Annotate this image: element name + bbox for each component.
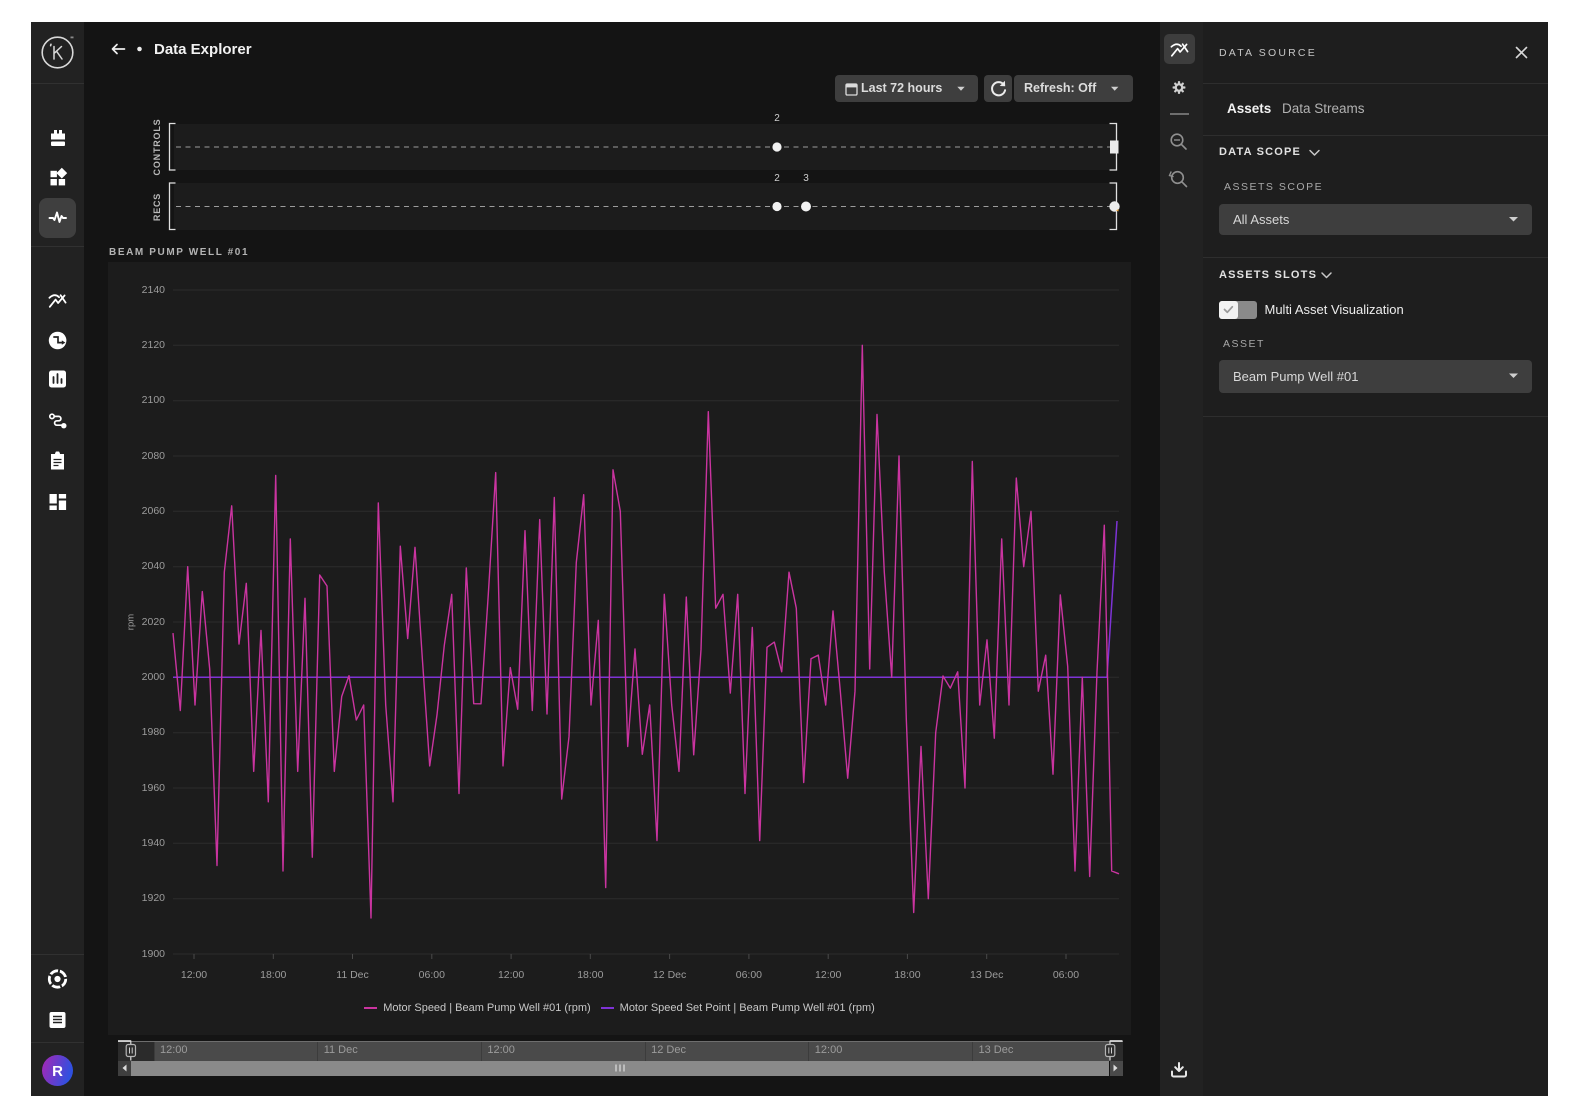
svg-text:R: R xyxy=(52,1063,63,1080)
